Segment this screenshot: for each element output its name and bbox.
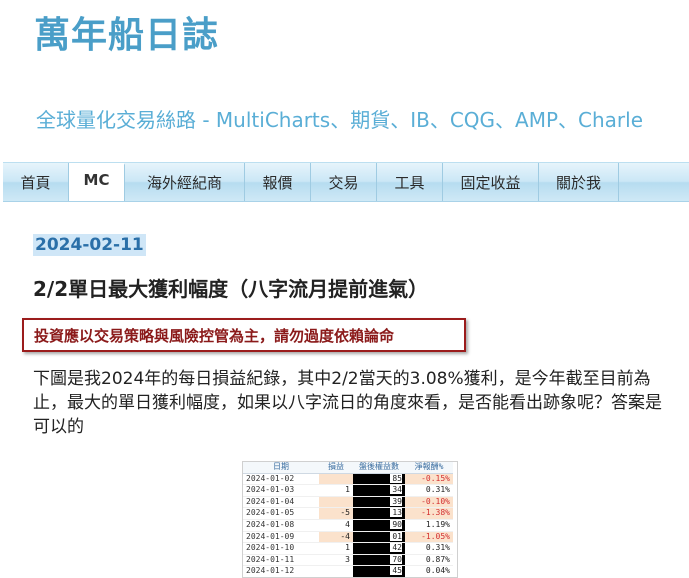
table-cell-pnl [319,565,353,577]
nav-item-brokers[interactable]: 海外經紀商 [125,163,245,201]
blog-title[interactable]: 萬年船日誌 [34,12,219,60]
table-cell-date: 2024-01-03 [243,484,319,497]
nav-item-fixed-income[interactable]: 固定收益 [443,163,539,201]
equity-visible-digits: 45 [390,566,402,576]
equity-visible-digits: 70 [390,554,402,564]
table-cell-date: 2024-01-04 [243,496,319,509]
table-row: 2024-01-03 1 34 0.31% [243,484,453,497]
table-row: 2024-01-11 3 70 0.87% [243,554,453,567]
table-header: 淨報酬% [405,462,453,474]
table-cell-date: 2024-01-11 [243,554,319,567]
table-row: 2024-01-02 85 -0.15% [243,473,453,486]
warning-box: 投資應以交易策略與風險控管為主，請勿過度依賴論命 [22,318,466,352]
equity-visible-digits: 39 [390,496,402,506]
table-cell-pnl: 3 [319,554,353,567]
equity-visible-digits: 85 [390,473,402,483]
table-cell-date: 2024-01-08 [243,519,319,532]
table-row: 2024-01-09 -4 01 -1.05% [243,531,453,544]
nav-item-trading[interactable]: 交易 [311,163,377,201]
post-body: 下圖是我2024年的每日損益紀錄，其中2/2當天的3.08%獲利，是今年截至目前… [33,369,662,437]
table-cell-pnl: -5 [319,507,353,520]
table-cell-date: 2024-01-12 [243,565,319,577]
post-title[interactable]: 2/2單日最大獲利幅度（八字流月提前進氣） [33,275,428,303]
table-row: 2024-01-08 4 90 1.19% [243,519,453,532]
nav-item-tools[interactable]: 工具 [377,163,443,201]
table-cell-equity: 85 [353,473,405,486]
nav-item-about[interactable]: 關於我 [539,163,619,201]
table-row: 2024-01-04 39 -0.10% [243,496,453,509]
table-cell-pnl: 1 [319,484,353,497]
warning-text: 投資應以交易策略與風險控管為主，請勿過度依賴論命 [34,326,395,345]
table-cell-equity: 39 [353,496,405,509]
table-cell-equity: 34 [353,484,405,497]
table-cell-date: 2024-01-02 [243,473,319,486]
table-cell-pnl: 1 [319,542,353,555]
table-cell-return: -0.15% [405,473,453,486]
table-cell-pnl: -4 [319,531,353,544]
equity-visible-digits: 34 [390,485,402,495]
table-cell-return: 1.19% [405,519,453,532]
table-row: 2024-01-12 45 0.04% [243,565,453,577]
table-header: 損益 [319,462,353,474]
nav-item-mc[interactable]: MC [69,163,125,201]
equity-visible-digits: 01 [390,531,402,541]
table-cell-equity: 70 [353,554,405,567]
table-cell-return: -1.05% [405,531,453,544]
table-header: 日期 [243,462,319,474]
table-cell-pnl: 4 [319,519,353,532]
pnl-table-image: 日期 損益 盤後權益數 淨報酬% 2024-01-02 85 -0.15% 2024-… [242,461,458,578]
table-cell-return: 0.31% [405,484,453,497]
table-cell-return: -0.10% [405,496,453,509]
table-cell-equity: 42 [353,542,405,555]
nav-item-home[interactable]: 首頁 [3,163,69,201]
table-cell-pnl [319,496,353,509]
table-cell-return: 0.31% [405,542,453,555]
table-cell-pnl [319,473,353,486]
table-cell-return: 0.87% [405,554,453,567]
table-cell-return: 0.04% [405,565,453,577]
table-cell-date: 2024-01-09 [243,531,319,544]
table-cell-equity: 45 [353,565,405,577]
pnl-table: 日期 損益 盤後權益數 淨報酬% 2024-01-02 85 -0.15% 2024-… [243,462,453,577]
equity-visible-digits: 13 [390,508,402,518]
table-cell-date: 2024-01-10 [243,542,319,555]
table-header: 盤後權益數 [353,462,405,474]
table-cell-equity: 90 [353,519,405,532]
table-cell-equity: 01 [353,531,405,544]
table-row: 2024-01-05 -5 13 -1.38% [243,507,453,520]
equity-visible-digits: 42 [390,543,402,553]
table-cell-return: -1.38% [405,507,453,520]
table-cell-equity: 13 [353,507,405,520]
nav-item-quotes[interactable]: 報價 [245,163,311,201]
post-date: 2024-02-11 [33,234,146,256]
table-row: 2024-01-10 1 42 0.31% [243,542,453,555]
equity-visible-digits: 90 [390,519,402,529]
main-nav: 首頁 MC 海外經紀商 報價 交易 工具 固定收益 關於我 [3,162,689,202]
table-cell-date: 2024-01-05 [243,507,319,520]
blog-description: 全球量化交易絲路 - MultiCharts、期貨、IB、CQG、AMP、Cha… [36,108,644,132]
